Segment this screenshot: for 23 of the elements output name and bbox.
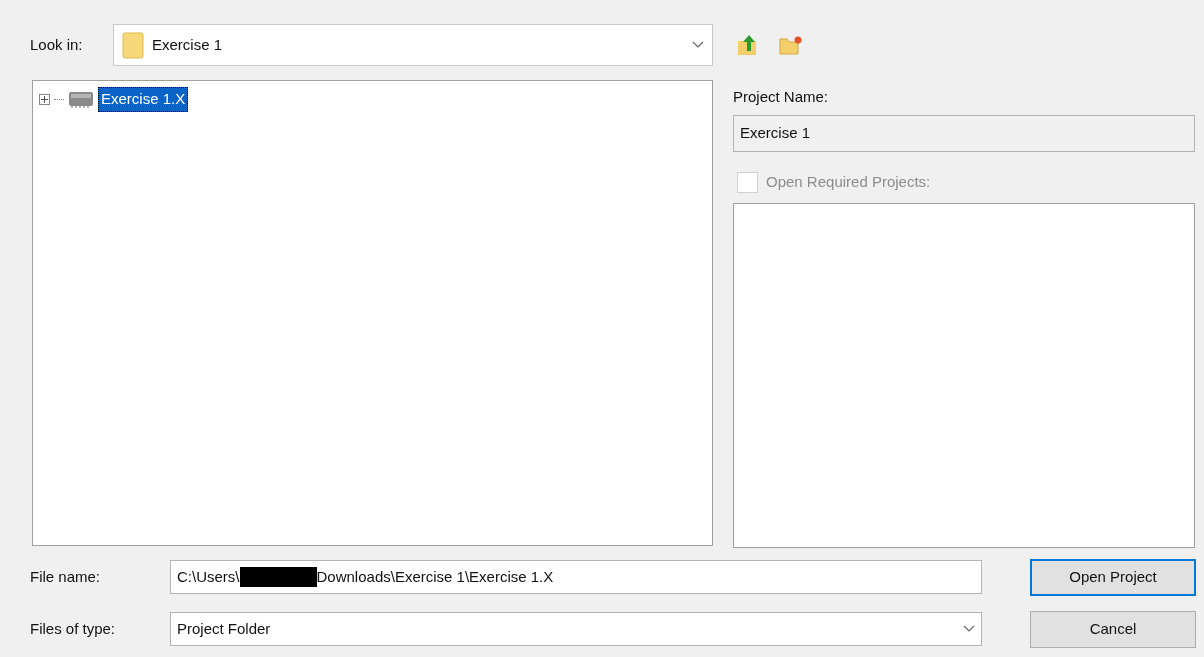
- file-type-value: Project Folder: [177, 618, 272, 639]
- dropdown-caret-icon: [963, 625, 975, 633]
- expand-icon[interactable]: [39, 93, 50, 105]
- file-path-end: Downloads\Exercise 1\Exercise 1.X: [316, 566, 554, 587]
- file-name-label: File name:: [30, 566, 102, 587]
- cancel-button[interactable]: Cancel: [1030, 610, 1196, 648]
- chip-icon: [68, 89, 94, 110]
- new-folder-icon[interactable]: [779, 34, 803, 56]
- open-required-label: Open Required Projects:: [766, 172, 931, 193]
- up-folder-icon[interactable]: [737, 33, 759, 57]
- file-type-dropdown[interactable]: Project Folder: [170, 612, 982, 646]
- look-in-label: Look in:: [30, 34, 84, 55]
- open-project-button[interactable]: Open Project: [1030, 558, 1196, 596]
- tree-item[interactable]: Exercise 1.X: [98, 87, 189, 112]
- dropdown-caret-icon: [692, 41, 704, 49]
- file-type-label: Files of type:: [30, 618, 117, 639]
- look-in-value: Exercise 1: [152, 34, 224, 55]
- folder-icon: [122, 31, 144, 59]
- project-name-field: Exercise 1: [733, 114, 1195, 152]
- project-name-label: Project Name:: [733, 87, 830, 107]
- file-name-field[interactable]: C:\Users\ Downloads\Exercise 1\Exercise 1.X: [170, 560, 982, 594]
- file-path-start: C:\Users\: [177, 566, 240, 587]
- look-in-dropdown[interactable]: Exercise 1: [113, 24, 713, 66]
